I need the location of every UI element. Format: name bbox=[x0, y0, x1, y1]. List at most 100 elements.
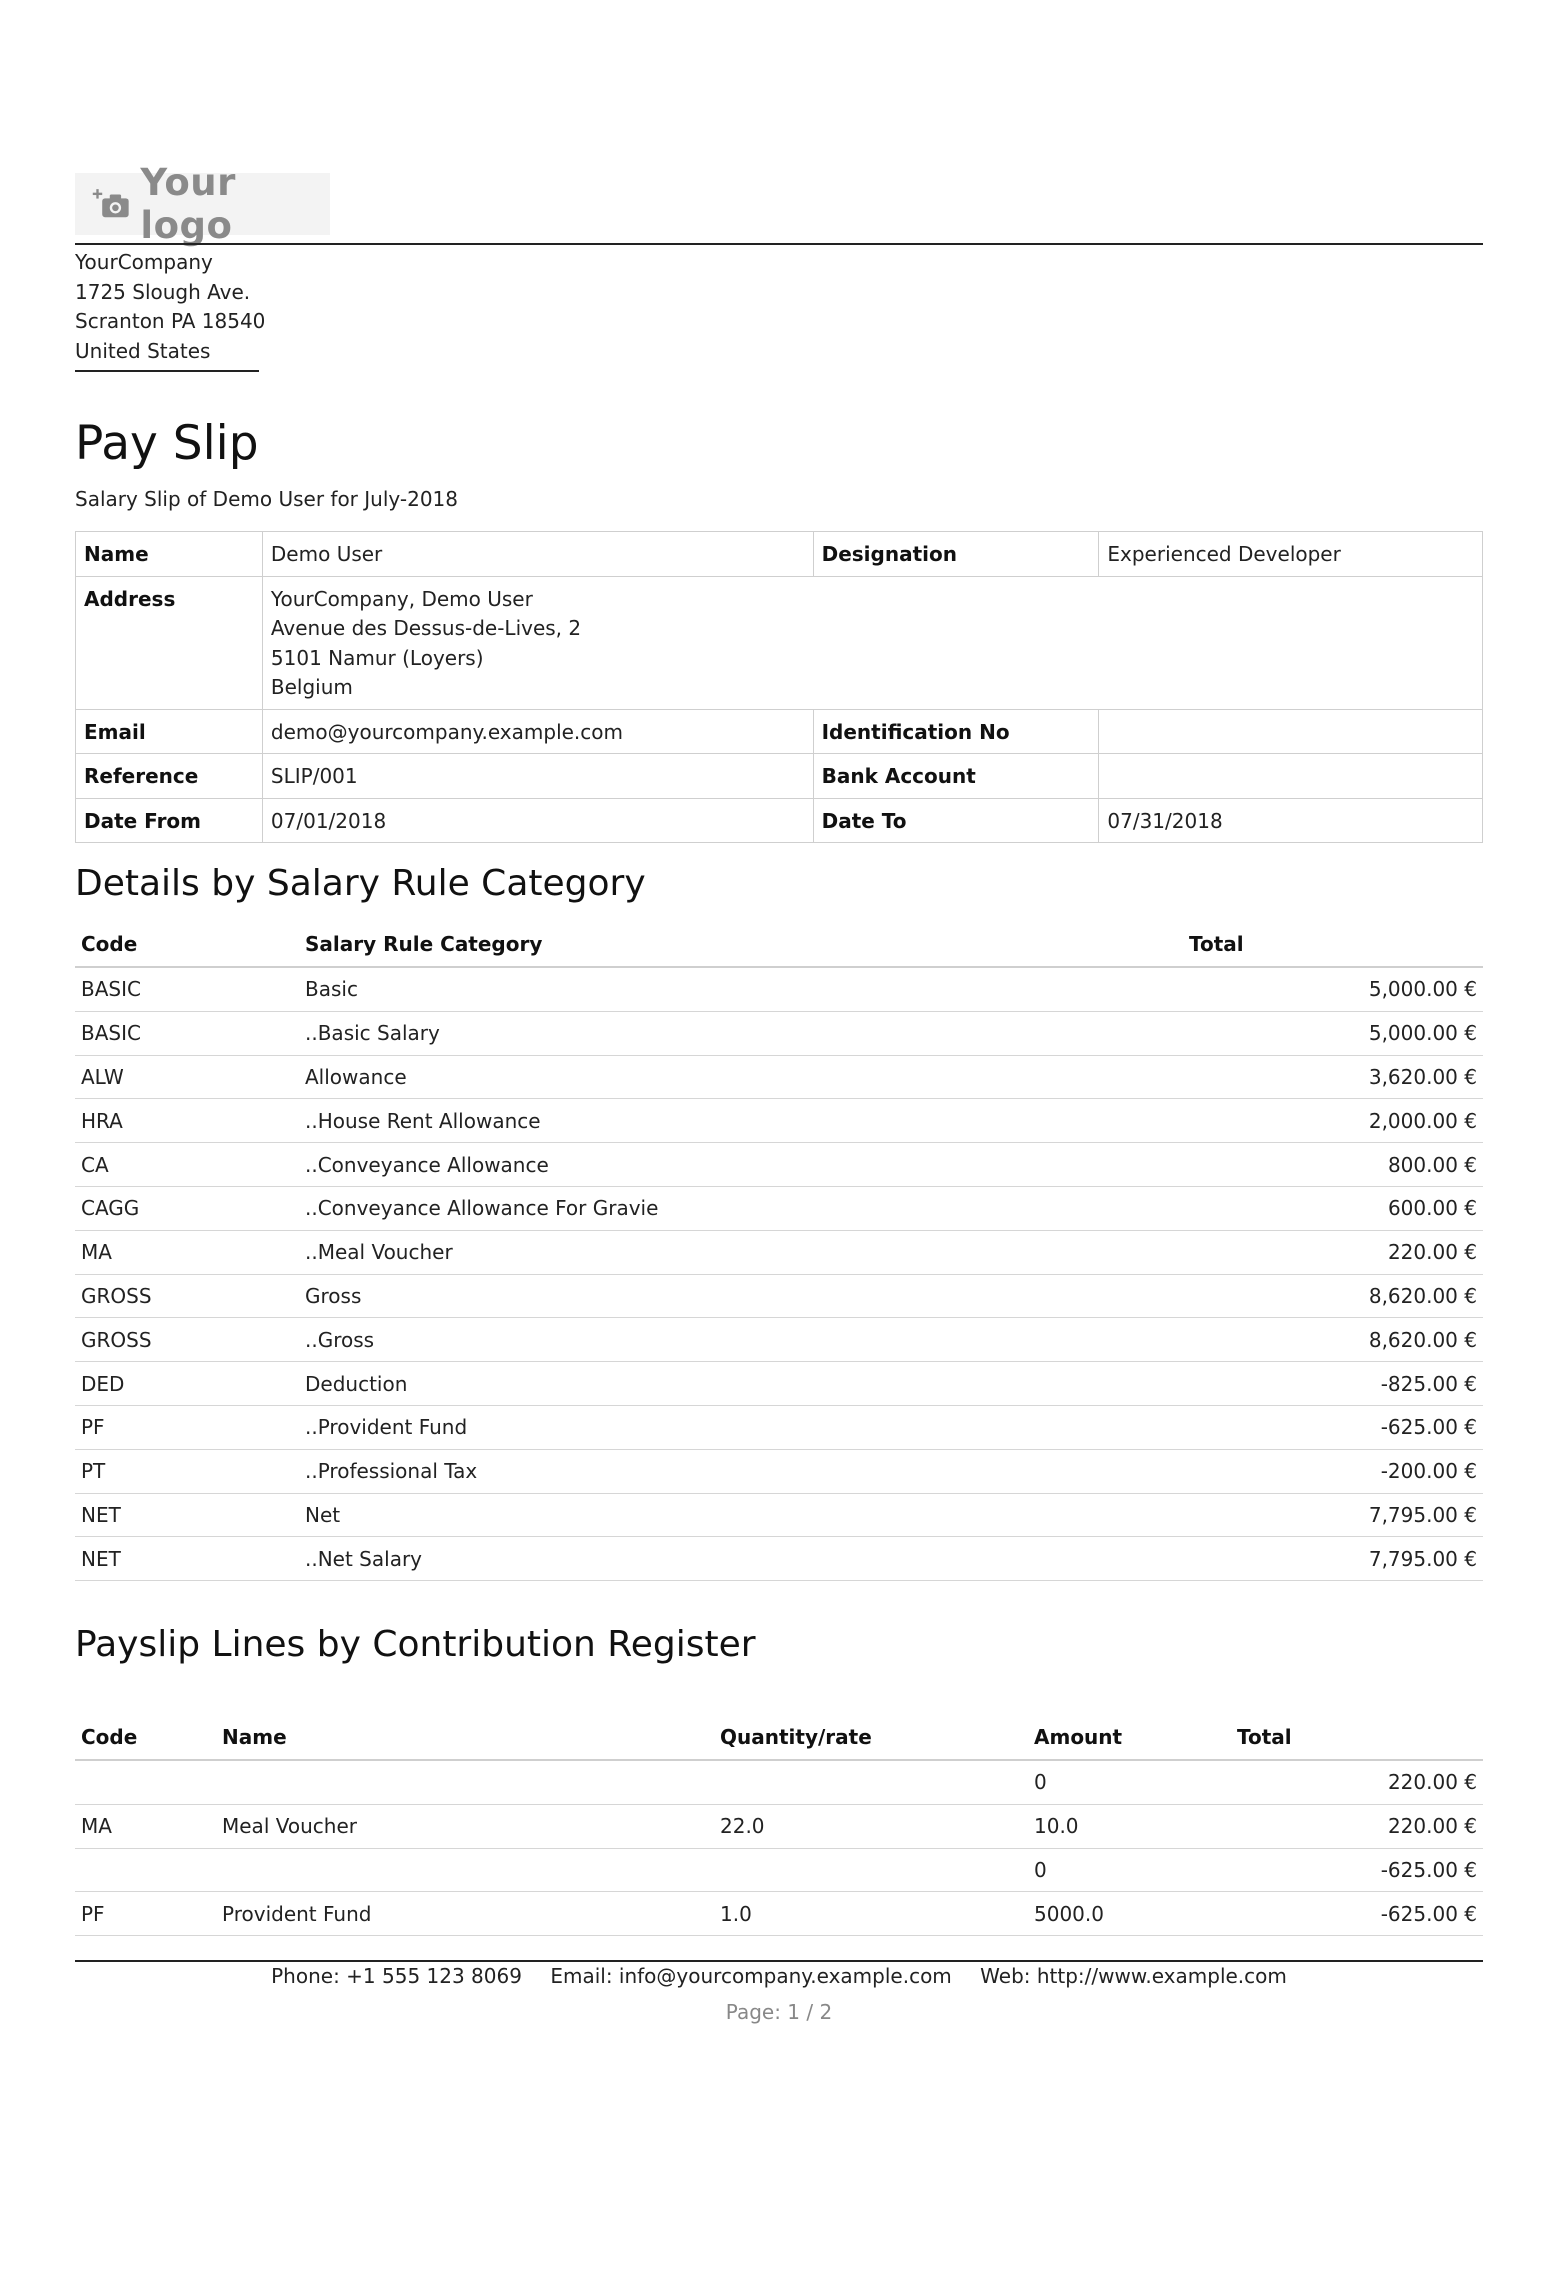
table-row: BASIC Basic 5,000.00 € bbox=[75, 967, 1483, 1012]
contribution-section-heading: Payslip Lines by Contribution Register bbox=[75, 1624, 756, 1665]
cell-total: 800.00 € bbox=[1183, 1142, 1483, 1187]
cell-category: ..Basic Salary bbox=[299, 1011, 1183, 1056]
date-to: 07/31/2018 bbox=[1098, 797, 1483, 843]
logo-text: Your logo bbox=[140, 161, 236, 247]
payslip-reference: SLIP/001 bbox=[261, 753, 814, 799]
cell-category: ..Meal Voucher bbox=[299, 1230, 1183, 1275]
cell-qty: 22.0 bbox=[714, 1804, 1028, 1849]
company-street: 1725 Slough Ave. bbox=[75, 279, 251, 304]
cell-category: ..House Rent Allowance bbox=[299, 1098, 1183, 1144]
cell-code: MA bbox=[75, 1804, 216, 1849]
cell-total: -625.00 € bbox=[1183, 1405, 1483, 1450]
table-row: Reference SLIP/001 Bank Account bbox=[75, 753, 1483, 799]
table-row: MA ..Meal Voucher 220.00 € bbox=[75, 1230, 1483, 1275]
cell-total: -825.00 € bbox=[1183, 1361, 1483, 1406]
camera-plus-icon bbox=[92, 189, 129, 218]
employee-name: Demo User bbox=[261, 531, 814, 577]
cell-amount: 0 bbox=[1028, 1760, 1231, 1805]
cell-total: 220.00 € bbox=[1231, 1760, 1483, 1805]
cell-category: ..Conveyance Allowance bbox=[299, 1142, 1183, 1187]
cell-category: Basic bbox=[299, 967, 1183, 1012]
cell-total: 2,000.00 € bbox=[1183, 1098, 1483, 1144]
cell-amount: 0 bbox=[1028, 1848, 1231, 1893]
cell-total: 8,620.00 € bbox=[1183, 1317, 1483, 1363]
cell-code: BASIC bbox=[75, 1011, 299, 1056]
address-line: 5101 Namur (Loyers) bbox=[270, 645, 484, 670]
category-table: Code Salary Rule Category Total BASIC Bas… bbox=[75, 922, 1483, 1582]
page-title: Pay Slip bbox=[75, 416, 259, 471]
footer-contact: Phone: +1 555 123 8069 Email: info@yourc… bbox=[75, 1964, 1483, 1988]
cell-category: Net bbox=[299, 1493, 1183, 1538]
table-row: Email demo@yourcompany.example.com Ident… bbox=[75, 708, 1483, 754]
cell-category: Gross bbox=[299, 1274, 1183, 1319]
company-name: YourCompany bbox=[75, 250, 213, 274]
bank-account-label: Bank Account bbox=[812, 753, 1100, 799]
cell-category: ..Provident Fund bbox=[299, 1405, 1183, 1450]
header-divider bbox=[75, 243, 1483, 245]
quantity-header: Quantity/rate bbox=[714, 1715, 1028, 1761]
page-subtitle: Salary Slip of Demo User for July-2018 bbox=[75, 487, 458, 511]
cell-amount: 10.0 bbox=[1028, 1804, 1231, 1849]
code-header: Code bbox=[75, 922, 299, 968]
company-country: United States bbox=[75, 338, 211, 363]
designation-label: Designation bbox=[812, 531, 1100, 577]
table-row: CAGG ..Conveyance Allowance For Gravie 600… bbox=[75, 1186, 1483, 1231]
cell-code: MA bbox=[75, 1230, 299, 1275]
table-row: NET ..Net Salary 7,795.00 € bbox=[75, 1536, 1483, 1582]
total-header: Total bbox=[1231, 1715, 1483, 1761]
company-city: Scranton PA 18540 bbox=[75, 309, 266, 333]
employee-designation: Experienced Developer bbox=[1098, 531, 1483, 577]
table-row: CA ..Conveyance Allowance 800.00 € bbox=[75, 1142, 1483, 1187]
table-row: BASIC ..Basic Salary 5,000.00 € bbox=[75, 1011, 1483, 1056]
identification-label: Identification No bbox=[812, 708, 1100, 754]
cell-total: 220.00 € bbox=[1183, 1230, 1483, 1275]
cell-category: ..Conveyance Allowance For Gravie bbox=[299, 1186, 1183, 1231]
cell-name bbox=[216, 1848, 714, 1893]
cell-code bbox=[75, 1760, 216, 1805]
cell-total: 5,000.00 € bbox=[1183, 1011, 1483, 1056]
table-row: DED Deduction -825.00 € bbox=[75, 1361, 1483, 1406]
date-to-label: Date To bbox=[812, 797, 1100, 843]
cell-code: BASIC bbox=[75, 967, 299, 1012]
table-row: GROSS ..Gross 8,620.00 € bbox=[75, 1317, 1483, 1363]
bank-account bbox=[1098, 753, 1483, 799]
address-line: Belgium bbox=[270, 675, 353, 699]
address-label: Address bbox=[75, 575, 263, 710]
table-header-row: Code Name Quantity/rate Amount Total bbox=[75, 1715, 1483, 1761]
code-header: Code bbox=[75, 1715, 216, 1761]
footer-web: Web: http://www.example.com bbox=[980, 1964, 1287, 1988]
employee-email: demo@yourcompany.example.com bbox=[261, 708, 814, 754]
employee-identification bbox=[1098, 708, 1483, 754]
table-row: Address YourCompany, Demo User Avenue de… bbox=[75, 575, 1484, 710]
date-from: 07/01/2018 bbox=[261, 797, 814, 843]
table-row: NET Net 7,795.00 € bbox=[75, 1493, 1483, 1538]
cell-name: Provident Fund bbox=[216, 1891, 714, 1937]
amount-header: Amount bbox=[1028, 1715, 1231, 1761]
cell-code: NET bbox=[75, 1536, 299, 1582]
cell-total: -200.00 € bbox=[1183, 1449, 1483, 1494]
employee-info-table: Name Demo User Designation Experienced D… bbox=[75, 531, 1484, 843]
cell-total: -625.00 € bbox=[1231, 1848, 1483, 1893]
cell-code bbox=[75, 1848, 216, 1893]
table-row: 0 -625.00 € bbox=[75, 1848, 1483, 1893]
page-number: Page: 1 / 2 bbox=[725, 2000, 833, 2024]
cell-code: PF bbox=[75, 1891, 216, 1937]
name-label: Name bbox=[75, 531, 263, 577]
table-row: 0 220.00 € bbox=[75, 1760, 1483, 1805]
cell-total: 7,795.00 € bbox=[1183, 1536, 1483, 1582]
cell-total: 3,620.00 € bbox=[1183, 1055, 1483, 1100]
cell-code: DED bbox=[75, 1361, 299, 1406]
cell-total: 7,795.00 € bbox=[1183, 1493, 1483, 1538]
cell-name bbox=[216, 1760, 714, 1805]
cell-code: NET bbox=[75, 1493, 299, 1538]
cell-total: 8,620.00 € bbox=[1183, 1274, 1483, 1319]
cell-qty: 1.0 bbox=[714, 1891, 1028, 1937]
cell-category: Deduction bbox=[299, 1361, 1183, 1406]
email-label: Email bbox=[75, 708, 263, 754]
table-row: PT ..Professional Tax -200.00 € bbox=[75, 1449, 1483, 1494]
cell-category: ..Gross bbox=[299, 1317, 1183, 1363]
address-line: Avenue des Dessus-de-Lives, 2 bbox=[270, 616, 582, 640]
cell-code: PF bbox=[75, 1405, 299, 1450]
name-header: Name bbox=[216, 1715, 714, 1761]
total-header: Total bbox=[1183, 922, 1483, 968]
